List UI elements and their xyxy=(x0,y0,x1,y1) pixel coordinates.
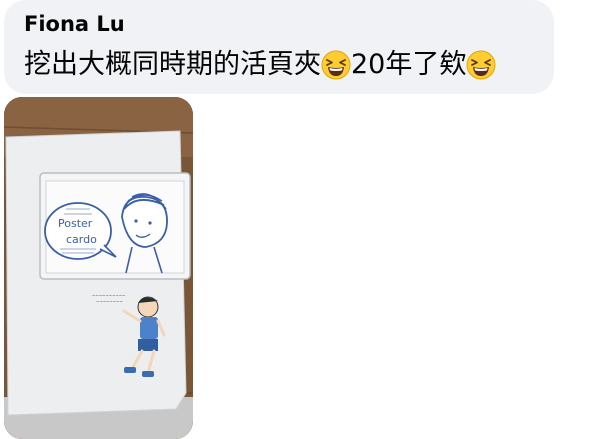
folder-photo-illustration: Poster cardo ~~~~~~~~~~ ~~~~~~~~ xyxy=(4,97,193,439)
comment-text-part2: 20年了欸 xyxy=(351,49,467,80)
grinning-squinting-face-icon xyxy=(466,50,496,80)
comment-text-part1: 挖出大概同時期的活頁夾 xyxy=(24,49,321,80)
grinning-squinting-face-icon xyxy=(321,50,351,80)
folder-title-line1: Poster xyxy=(58,217,93,230)
folder-title-line2: cardo xyxy=(66,233,97,246)
comment-author-name[interactable]: Fiona Lu xyxy=(24,12,125,36)
svg-text:~~~~~~~~: ~~~~~~~~ xyxy=(96,299,123,304)
comment-text: 挖出大概同時期的活頁夾 20年了欸 xyxy=(24,48,496,82)
attached-photo[interactable]: Poster cardo ~~~~~~~~~~ ~~~~~~~~ xyxy=(4,97,193,439)
svg-text:~~~~~~~~~~: ~~~~~~~~~~ xyxy=(92,293,126,298)
